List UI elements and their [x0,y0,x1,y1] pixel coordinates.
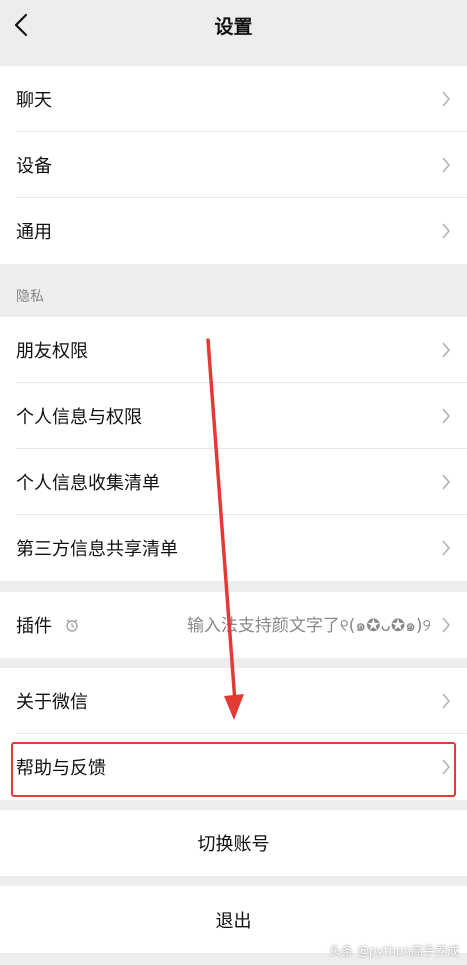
privacy-group: 朋友权限 个人信息与权限 个人信息收集清单 第三方信息共享清单 [0,317,467,581]
plugins-group: 插件 输入法支持颜文字了୧(๑✪ᴗ✪๑)୨ [0,592,467,658]
settings-item-third-party-sharing[interactable]: 第三方信息共享清单 [0,515,467,581]
section-title-privacy: 隐私 [16,289,44,305]
chevron-right-icon [442,91,451,107]
chevron-right-icon [442,223,451,239]
settings-item-label: 插件 [16,616,52,637]
settings-item-label: 第三方信息共享清单 [16,539,178,560]
settings-item-label: 关于微信 [16,692,88,713]
switch-account-label: 切换账号 [197,834,270,855]
chevron-right-icon [442,474,451,490]
settings-item-label: 个人信息收集清单 [16,473,160,494]
logout-label: 退出 [215,910,252,932]
page-title: 设置 [214,15,253,38]
chevron-right-icon [442,408,451,424]
settings-item-friend-permissions[interactable]: 朋友权限 [0,317,467,383]
back-arrow-icon[interactable] [10,11,34,39]
settings-item-label: 设备 [16,156,52,177]
settings-item-personal-info-collection[interactable]: 个人信息收集清单 [0,449,467,515]
plugins-status-text: 输入法支持颜文字了୧(๑✪ᴗ✪๑)୨ [186,616,431,636]
settings-item-personal-info-permissions[interactable]: 个人信息与权限 [0,383,467,449]
chevron-right-icon [442,617,451,633]
settings-item-chat[interactable]: 聊天 [0,66,467,132]
chevron-right-icon [442,693,451,709]
settings-item-label: 通用 [16,222,52,243]
settings-item-label: 个人信息与权限 [16,407,142,428]
chevron-right-icon [442,540,451,556]
chevron-right-icon [442,342,451,358]
settings-item-about[interactable]: 关于微信 [0,668,467,734]
chevron-right-icon [442,157,451,173]
settings-item-plugins[interactable]: 插件 输入法支持颜文字了୧(๑✪ᴗ✪๑)୨ [0,592,467,658]
nav-bar: 设置 [0,0,467,50]
settings-item-label: 聊天 [16,90,52,111]
settings-item-devices[interactable]: 设备 [0,132,467,198]
settings-item-general[interactable]: 通用 [0,198,467,264]
watermark-text: 头条 @python高手养成 [329,944,459,958]
general-settings-group: 聊天 设备 通用 [0,66,467,264]
highlight-box [11,742,456,797]
switch-account-button[interactable]: 切换账号 [0,810,467,876]
settings-item-label: 朋友权限 [16,341,88,362]
alarm-clock-icon [66,619,78,632]
